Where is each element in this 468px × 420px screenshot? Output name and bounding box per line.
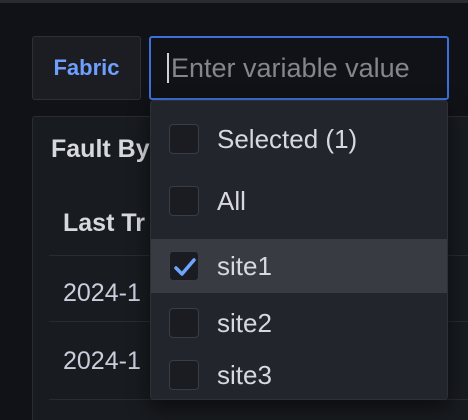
option-site1[interactable]: site1 [151, 239, 447, 293]
top-divider [0, 0, 468, 3]
variable-value-field[interactable] [171, 52, 441, 84]
variable-label-text: Fabric [53, 55, 120, 80]
panel-title: Fault By [51, 135, 150, 163]
option-label: site1 [217, 250, 272, 281]
checkbox-checked[interactable] [169, 251, 199, 281]
column-header-last-tr[interactable]: Last Tr [63, 209, 145, 238]
checkbox[interactable] [169, 360, 199, 390]
table-cell: 2024-1 [63, 279, 141, 307]
text-caret [167, 53, 169, 83]
table-cell: 2024-1 [63, 347, 141, 375]
checkbox[interactable] [169, 124, 199, 154]
option-site2[interactable]: site2 [151, 296, 447, 350]
option-label: site2 [217, 307, 272, 338]
checkbox[interactable] [169, 186, 199, 216]
variable-options-dropdown: Selected (1) All site1 site2 site3 [150, 100, 448, 400]
dashboard: Fabric Fault By Last Tr k 2024-1 2024-1 … [0, 0, 468, 420]
option-all[interactable]: All [151, 174, 447, 228]
checkmark-icon [174, 258, 196, 276]
option-site3[interactable]: site3 [151, 348, 447, 399]
variable-label-fabric: Fabric [32, 36, 141, 100]
option-selected[interactable]: Selected (1) [151, 112, 447, 166]
checkbox[interactable] [169, 308, 199, 338]
option-label: site3 [217, 359, 272, 390]
option-label: All [217, 185, 246, 216]
option-label: Selected (1) [217, 123, 358, 154]
variable-value-input[interactable] [149, 36, 449, 100]
